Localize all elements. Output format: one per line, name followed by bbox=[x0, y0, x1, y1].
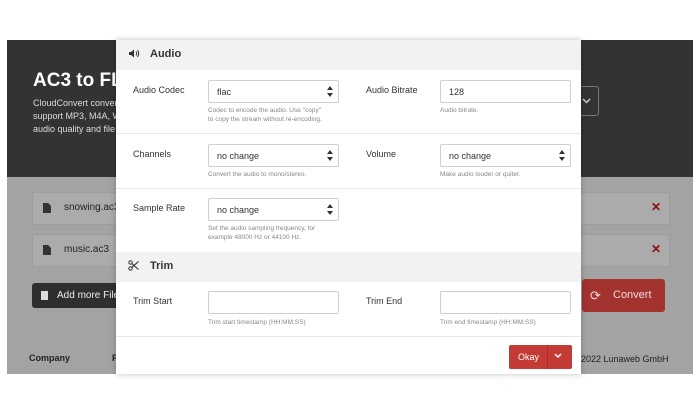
audio-bitrate-help: Audio bitrate. bbox=[440, 107, 479, 114]
page-description: CloudConvert conver support MP3, M4A, W … bbox=[33, 97, 118, 136]
description-line: audio quality and file bbox=[33, 124, 116, 134]
select-arrows-icon bbox=[327, 204, 333, 216]
okay-label: Okay bbox=[518, 352, 540, 362]
footer-company-heading: Company bbox=[29, 353, 71, 363]
audio-codec-value: flac bbox=[217, 87, 232, 97]
audio-section-header: Audio bbox=[116, 40, 581, 70]
help-line: Codec to encode the audio. Use "copy" bbox=[208, 107, 322, 114]
button-separator bbox=[547, 345, 548, 369]
help-line: to copy the stream without re-encoding. bbox=[208, 116, 322, 123]
audio-bitrate-value: 128 bbox=[449, 87, 465, 97]
select-arrows-icon bbox=[327, 150, 333, 162]
description-line: CloudConvert conver bbox=[33, 98, 118, 108]
audio-codec-help: Codec to encode the audio. Use "copy" to… bbox=[208, 106, 322, 124]
volume-select[interactable]: no change bbox=[440, 144, 571, 167]
trim-start-help: Trim start timestamp (HH:MM:SS) bbox=[208, 319, 306, 326]
file-name: snowing.ac3 bbox=[64, 202, 120, 213]
convert-button[interactable]: ⟳ Convert bbox=[582, 279, 665, 312]
file-icon bbox=[43, 245, 51, 255]
footer-copyright: 2022 Lunaweb GmbH bbox=[581, 354, 669, 364]
trim-section-title: Trim bbox=[150, 260, 174, 272]
sample-rate-value: no change bbox=[217, 205, 260, 215]
file-name: music.ac3 bbox=[64, 244, 110, 255]
trim-start-input[interactable] bbox=[208, 291, 339, 314]
description-line: support MP3, M4A, W bbox=[33, 111, 118, 121]
sample-rate-select[interactable]: no change bbox=[208, 198, 339, 221]
help-line: example 48000 Hz or 44100 Hz. bbox=[208, 234, 302, 241]
remove-file-icon[interactable]: ✕ bbox=[651, 242, 661, 256]
help-line: Set the audio sampling frequency, for bbox=[208, 225, 316, 232]
audio-codec-select[interactable]: flac bbox=[208, 80, 339, 103]
trim-end-help: Trim end timestamp (HH:MM:SS) bbox=[440, 319, 536, 326]
audio-bitrate-input[interactable]: 128 bbox=[440, 80, 571, 103]
trim-section-header: Trim bbox=[116, 252, 581, 282]
trim-end-input[interactable] bbox=[440, 291, 571, 314]
chevron-down-icon bbox=[582, 98, 591, 104]
audio-section-title: Audio bbox=[150, 48, 182, 60]
divider bbox=[116, 336, 581, 337]
channels-select[interactable]: no change bbox=[208, 144, 339, 167]
file-icon bbox=[43, 203, 51, 213]
channels-label: Channels bbox=[133, 149, 172, 159]
audio-bitrate-label: Audio Bitrate bbox=[366, 85, 418, 95]
convert-label: Convert bbox=[613, 289, 652, 301]
okay-button[interactable]: Okay bbox=[509, 345, 572, 369]
select-arrows-icon bbox=[327, 86, 333, 98]
divider bbox=[116, 188, 581, 189]
divider bbox=[116, 133, 581, 134]
remove-file-icon[interactable]: ✕ bbox=[651, 200, 661, 214]
chevron-down-icon[interactable] bbox=[554, 353, 562, 359]
volume-label: Volume bbox=[366, 149, 397, 159]
channels-help: Convert the audio to mono/stereo. bbox=[208, 171, 307, 178]
refresh-icon: ⟳ bbox=[590, 288, 601, 303]
add-more-files-label: Add more Files bbox=[57, 290, 125, 301]
screen: AC3 to FLAC CloudConvert conver support … bbox=[0, 0, 700, 407]
volume-help: Make audio louder or quiter. bbox=[440, 171, 521, 178]
channels-value: no change bbox=[217, 151, 260, 161]
conversion-options-dialog: Audio Audio Codec flac Codec to encode t… bbox=[116, 40, 581, 374]
speaker-icon bbox=[128, 48, 140, 62]
sample-rate-label: Sample Rate bbox=[133, 203, 186, 213]
trim-start-label: Trim Start bbox=[133, 296, 173, 306]
add-more-files-button[interactable]: Add more Files bbox=[32, 283, 125, 308]
scissors-icon bbox=[128, 260, 139, 274]
trim-end-label: Trim End bbox=[366, 296, 403, 306]
audio-codec-label: Audio Codec bbox=[133, 85, 185, 95]
sample-rate-help: Set the audio sampling frequency, for ex… bbox=[208, 224, 315, 242]
volume-value: no change bbox=[449, 151, 492, 161]
select-arrows-icon bbox=[559, 150, 565, 162]
file-plus-icon bbox=[41, 291, 48, 300]
